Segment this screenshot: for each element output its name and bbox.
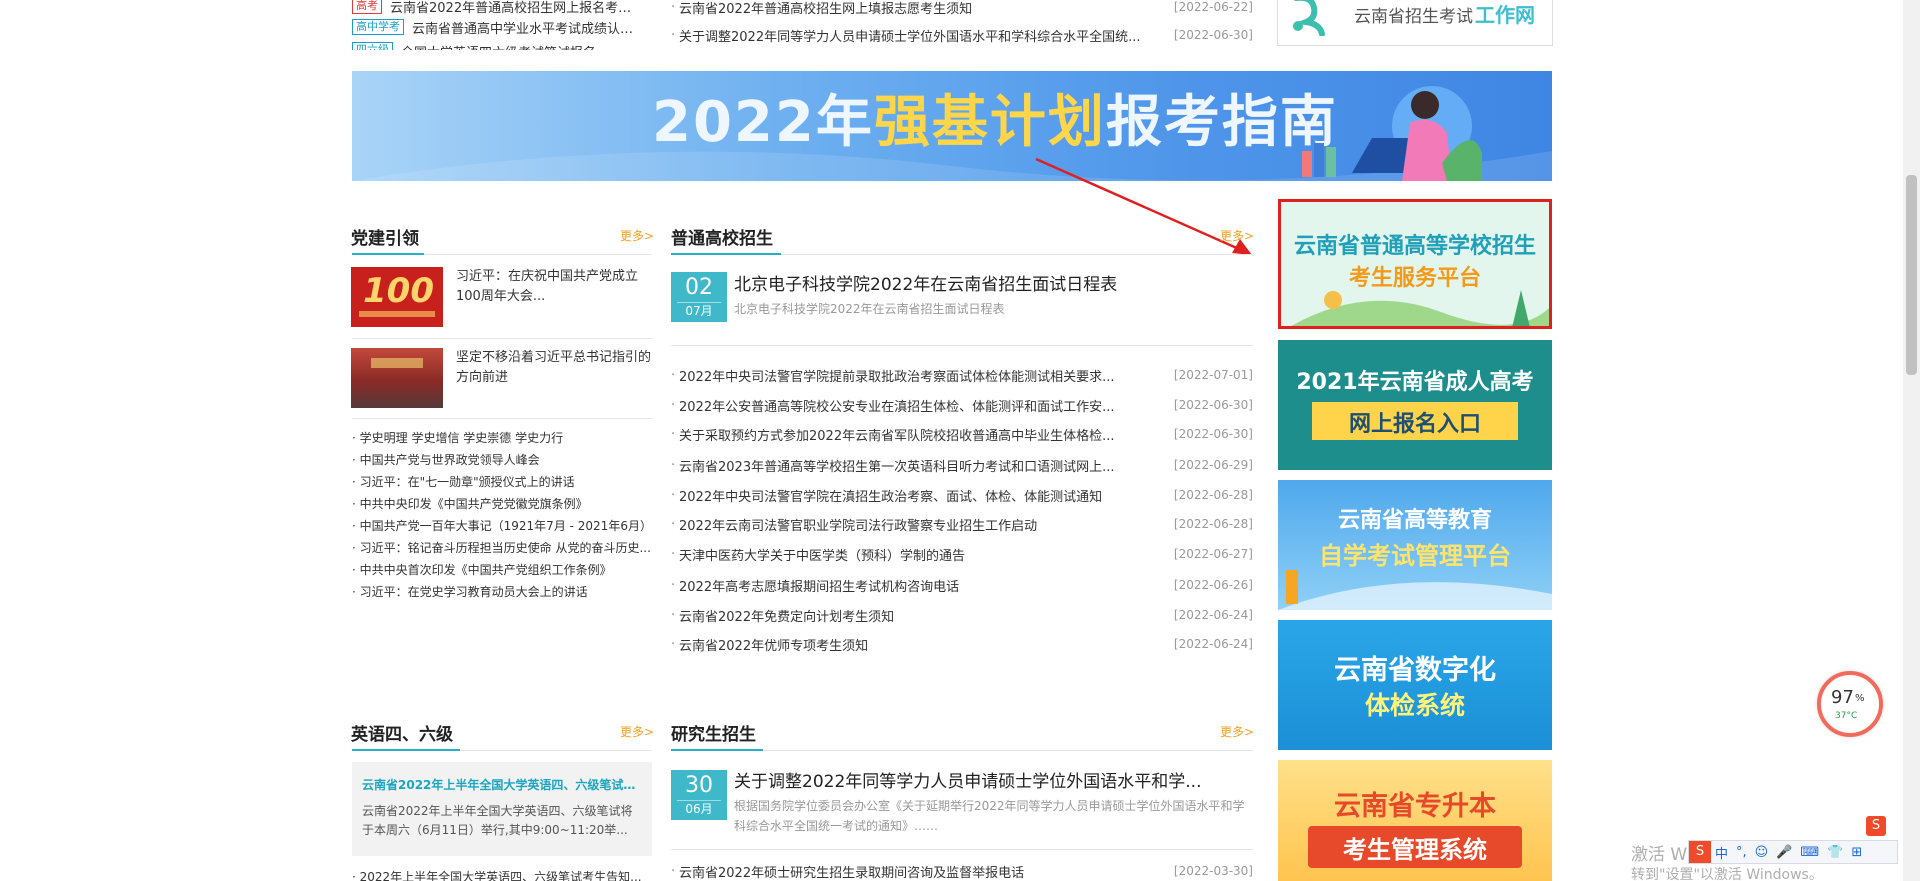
news-date: [2022-06-22] [1173,0,1253,14]
more-link[interactable]: 更多> [1220,227,1254,244]
more-link[interactable]: 更多> [620,723,654,740]
section-accent [352,253,424,255]
section-title-party: 党建引领 [351,229,419,249]
ime-sogou-icon[interactable]: S [1689,841,1711,863]
more-link[interactable]: 更多> [1220,723,1254,740]
ime-mode-toggle[interactable]: 中 [1715,843,1728,862]
red-arrow-annotation [1035,157,1252,255]
news-row[interactable]: · 关于调整2022年同等学力人员申请硕士学位外国语水平和学科综合水平全国统..… [671,25,1253,45]
list-item-text[interactable]: 全国大学英语四六级考试笔试报名... [401,42,631,50]
list-item[interactable]: · 中国共产党一百年大事记（1921年7月 - 2021年6月） [352,515,652,537]
promo-digital-health-check[interactable]: 云南省数字化 体检系统 [1278,620,1552,750]
item-divider [352,338,652,339]
news-row[interactable]: · 2022年云南司法警官职业学院司法行政警察专业招生工作启动 [2022-06-2… [671,514,1253,534]
news-row[interactable]: · 云南省2022年普通高校招生网上填报志愿考生须知 [2022-06-22] [671,0,1253,17]
list-item[interactable]: 高考 云南省2022年普通高校招生网上报名考生... [352,0,640,16]
ime-logo-icon[interactable]: S [1866,816,1886,836]
site-logo-highlight: 工作网 [1475,3,1535,27]
list-item[interactable]: · 中共中央首次印发《中国共产党组织工作条例》 [352,559,652,581]
news-row[interactable]: · 2022年中央司法警官学院在滇招生政治考察、面试、体检、体能测试通知 [2022… [671,485,1253,505]
item-divider [352,418,652,419]
list-item-text[interactable]: 云南省普通高中学业水平考试成绩认定和... [412,18,642,37]
featured-news-title[interactable]: 云南省2022年上半年全国大学英语四、六级笔试的温... [362,776,644,793]
feature-title[interactable]: 坚定不移沿着习近平总书记指引的方向前进 [456,348,652,388]
list-item[interactable]: · 习近平：铭记奋斗历程担当历史使命 从党的奋斗历史... [352,537,652,559]
cet-featured-card[interactable]: 云南省2022年上半年全国大学英语四、六级笔试的温... 云南省2022年上半年… [352,762,652,856]
ime-toolbar[interactable]: S 中 °, ☺ 🎤 ⌨ 👕 ⊞ [1688,840,1898,864]
section-accent [352,749,460,751]
news-row[interactable]: · 云南省2022年优师专项考生须知 [2022-06-24] [671,634,1253,654]
category-tag: 高考 [352,0,382,14]
list-item[interactable]: 高中学考 云南省普通高中学业水平考试成绩认定和... [352,18,642,37]
category-tag: 四六级 [352,42,393,50]
news-row[interactable]: · 关于采取预约方式参加2022年云南省军队院校招收普通高中毕业生体格检... [2… [671,424,1253,444]
banner-title: 2022年强基计划报考指南 [652,90,1338,155]
news-row[interactable]: · 2022年中央司法警官学院提前录取批政治考察面试体检体能测试相关要求... [2… [671,365,1253,385]
list-item[interactable]: · 2022年上半年全国大学英语四、六级笔试考生告知... [352,868,652,881]
list-item[interactable]: · 习近平：在"七一勋章"颁授仪式上的讲话 [352,471,652,493]
promo-self-study-exam[interactable]: 云南省高等教育 自学考试管理平台 [1278,480,1552,610]
list-item[interactable]: · 中共中央印发《中国共产党党徽党旗条例》 [352,493,652,515]
promo-adult-exam-registration[interactable]: 2021年云南省成人高考 网上报名入口 [1278,340,1552,470]
category-tag: 高中学考 [352,19,404,35]
list-item-text[interactable]: 云南省2022年普通高校招生网上报名考生... [390,0,640,16]
section-title-grad: 研究生招生 [671,725,756,745]
list-item[interactable]: · 习近平：在党史学习教育动员大会上的讲话 [352,581,652,603]
news-title[interactable]: 关于调整2022年同等学力人员申请硕士学位外国语水平和学科综合水平全国统... [679,26,1162,45]
news-row[interactable]: · 云南省2023年普通高等学校招生第一次英语科目听力考试和口语测试网上... [2… [671,455,1253,475]
section-title-cet: 英语四、六级 [351,725,453,745]
date-box: 30 06月 [671,770,727,820]
featured-news-summary: 北京电子科技学院2022年在云南省招生面试日程表 [734,302,1005,316]
system-monitor-gauge[interactable]: 97 % 37°C [1817,671,1883,737]
site-logo-text: 云南省招生考试 [1354,7,1473,27]
ime-menu-icon[interactable]: ⊞ [1851,845,1862,860]
party-news-list: · 学史明理 学史增信 学史崇德 学史力行 · 中国共产党与世界政党领导人峰会 … [352,427,652,603]
hero-banner[interactable]: 2022年强基计划报考指南 [352,71,1552,181]
page-scrollbar[interactable] [1903,0,1920,881]
news-row[interactable]: · 天津中医药大学关于中医学类（预科）学制的通告 [2022-06-27] [671,544,1253,564]
date-box: 02 07月 [671,272,727,322]
ime-keyboard-icon[interactable]: ⌨ [1800,845,1819,860]
news-row[interactable]: · 2022年公安普通高等院校公安专业在滇招生体检、体能测评和面试工作安... [2… [671,395,1253,415]
more-link[interactable]: 更多> [620,227,654,244]
gauge-value: 97 [1831,687,1854,708]
yn-logo-icon [1293,0,1325,36]
promo-upgrade-exam-system[interactable]: 云南省专升本 考生管理系统 [1278,760,1552,881]
section-accent [671,749,763,751]
featured-news-title[interactable]: 关于调整2022年同等学力人员申请硕士学位外国语水平和学... [734,767,1254,792]
meeting-hall-photo[interactable] [351,348,443,408]
feature-title[interactable]: 习近平：在庆祝中国共产党成立100周年大会... [456,267,652,307]
ime-skin-icon[interactable]: 👕 [1827,845,1843,860]
gauge-temp: 37°C [1835,711,1858,721]
section-accent [671,253,781,255]
ime-voice-icon[interactable]: 🎤 [1776,845,1792,860]
ime-emoji-icon[interactable]: ☺ [1755,845,1769,860]
woman-laptop-illustration [1302,91,1482,181]
featured-news-title[interactable]: 北京电子科技学院2022年在云南省招生面试日程表 [734,270,1254,295]
news-row[interactable]: · 云南省2022年免费定向计划考生须知 [2022-06-24] [671,605,1253,625]
gauge-unit: % [1855,693,1865,704]
site-logo-card[interactable]: 云南省招生考试 工作网 [1277,0,1553,46]
promo-exam-service-platform[interactable]: 云南省普通高等学校招生 考生服务平台 [1278,199,1552,329]
windows-activation-hint: 转到"设置"以激活 Windows。 [1631,867,1823,881]
centenary-100-badge[interactable]: 100 [351,267,443,327]
scrollbar-thumb[interactable] [1906,175,1917,375]
news-row[interactable]: · 2022年高考志愿填报期间招生考试机构咨询电话 [2022-06-26] [671,575,1253,595]
item-divider [671,849,1253,850]
featured-news-summary: 云南省2022年上半年全国大学英语四、六级笔试将于本周六（6月11日）举行,其中… [362,804,633,837]
featured-news-summary: 根据国务院学位委员会办公室《关于延期举行2022年同等学力人员申请硕士学位外国语… [734,799,1245,833]
ime-punct-icon[interactable]: °, [1736,845,1747,860]
news-row[interactable]: · 云南省2022年硕士研究生招生录取期间咨询及监督举报电话 [2022-03-30… [671,861,1253,881]
item-divider [671,345,1253,346]
section-title-college: 普通高校招生 [671,229,773,249]
list-item[interactable]: 四六级 全国大学英语四六级考试笔试报名... [352,42,631,50]
list-item[interactable]: · 中国共产党与世界政党领导人峰会 [352,449,652,471]
news-title[interactable]: 云南省2022年普通高校招生网上填报志愿考生须知 [679,0,1162,17]
list-item[interactable]: · 学史明理 学史增信 学史崇德 学史力行 [352,427,652,449]
news-date: [2022-06-30] [1173,28,1253,42]
